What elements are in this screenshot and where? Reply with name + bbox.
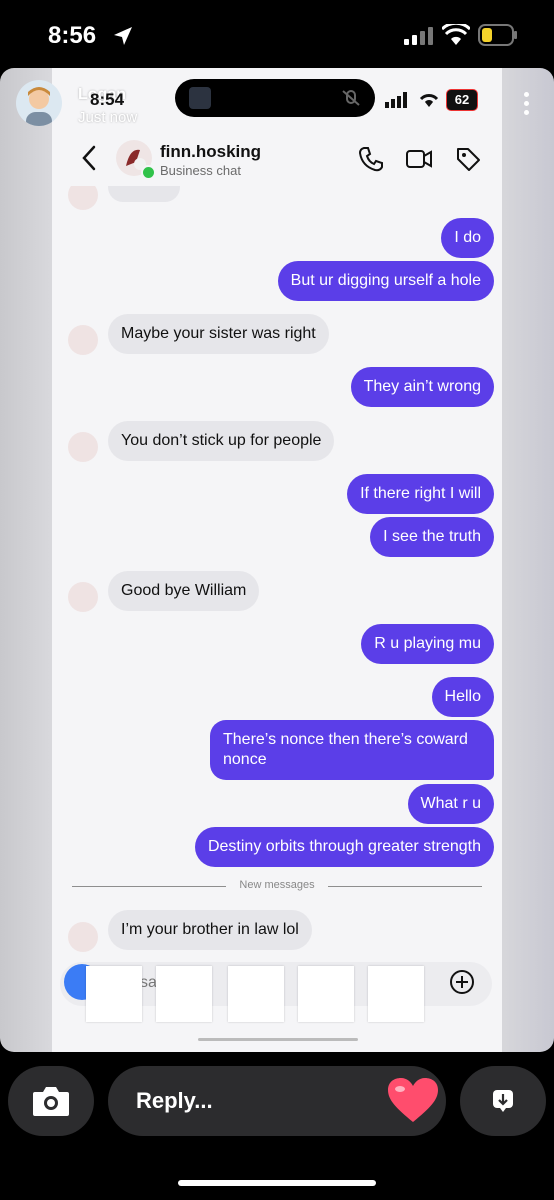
wifi-icon <box>442 24 470 45</box>
message-text: I do <box>454 229 481 246</box>
status-bar: 8:56 <box>0 0 554 70</box>
reply-placeholder: Reply... <box>136 1088 213 1113</box>
add-plus-icon[interactable] <box>448 968 476 996</box>
message-text: What r u <box>420 795 481 812</box>
thumbnail[interactable] <box>86 966 142 1022</box>
sent-message[interactable]: But ur digging urself a hole <box>277 261 494 301</box>
more-options-icon[interactable] <box>519 92 533 122</box>
thumbnail[interactable] <box>298 966 354 1022</box>
message-text: I see the truth <box>383 528 481 545</box>
story-timestamp: Just now <box>78 109 138 126</box>
contact-mini-avatar <box>68 186 98 210</box>
message-text: Maybe your sister was right <box>121 325 316 342</box>
inner-wifi-icon <box>419 94 439 107</box>
share-download-icon <box>493 1090 513 1112</box>
video-call-icon[interactable] <box>405 146 433 172</box>
message-text: There’s nonce then there’s coward nonce <box>223 731 468 768</box>
contact-mini-avatar <box>68 325 98 355</box>
message-text: R u playing mu <box>374 635 481 652</box>
sent-message[interactable]: If there right I will <box>347 474 494 514</box>
sent-message[interactable]: R u playing mu <box>361 624 494 664</box>
status-time: 8:56 <box>48 22 97 49</box>
message-text: You don’t stick up for people <box>121 432 322 449</box>
contact-mini-avatar <box>68 432 98 462</box>
received-message[interactable]: Good bye William <box>108 571 260 611</box>
share-button[interactable] <box>460 1066 546 1136</box>
inner-home-indicator <box>198 1038 358 1041</box>
island-app-icon <box>189 87 211 109</box>
dynamic-island <box>175 79 375 117</box>
back-chevron-icon[interactable] <box>80 144 98 172</box>
message-text: But ur digging urself a hole <box>290 272 481 289</box>
thumbnail[interactable] <box>156 966 212 1022</box>
story-avatar[interactable] <box>16 80 62 126</box>
sent-message[interactable]: I see the truth <box>370 517 494 557</box>
battery-icon <box>478 24 517 46</box>
camera-button[interactable] <box>8 1066 94 1136</box>
heart-icon[interactable] <box>386 1076 440 1126</box>
sent-message[interactable]: What r u <box>407 784 494 824</box>
message-text: Destiny orbits through greater strength <box>207 838 481 855</box>
sent-message[interactable]: Hello <box>431 677 494 717</box>
online-status-dot <box>141 165 156 180</box>
location-arrow-icon <box>114 27 132 45</box>
inner-battery-icon: 62 <box>446 89 478 111</box>
tag-icon[interactable] <box>455 146 481 172</box>
partial-received-message: saying <box>108 186 181 202</box>
sent-message[interactable]: Destiny orbits through greater strength <box>194 827 494 867</box>
divider-line-right <box>328 886 482 887</box>
contact-mini-avatar <box>68 922 98 952</box>
cellular-signal-icon <box>404 27 433 45</box>
mic-muted-icon <box>342 90 360 106</box>
sent-message[interactable]: They ain’t wrong <box>350 367 494 407</box>
received-message[interactable]: I’m your brother in law lol <box>108 910 312 950</box>
message-list[interactable]: saying I do But ur digging urself a hole… <box>52 186 502 954</box>
sent-message[interactable]: There’s nonce then there’s coward nonce <box>210 720 494 780</box>
inner-status-time: 8:54 <box>90 90 125 109</box>
contact-mini-avatar <box>68 582 98 612</box>
camera-icon <box>33 1087 69 1116</box>
thumbnail[interactable] <box>368 966 424 1022</box>
message-text: Hello <box>444 688 481 705</box>
phone-call-icon[interactable] <box>358 146 384 172</box>
message-text: If there right I will <box>360 485 481 502</box>
thumbnail[interactable] <box>228 966 284 1022</box>
divider-label: New messages <box>239 879 315 891</box>
sent-message[interactable]: I do <box>441 218 494 258</box>
message-text: They ain’t wrong <box>363 378 481 395</box>
home-indicator <box>178 1180 376 1186</box>
message-text: Good bye William <box>121 582 247 599</box>
inner-battery-level: 62 <box>454 92 470 107</box>
message-text: I’m your brother in law lol <box>121 921 299 938</box>
new-messages-divider: New messages <box>72 878 482 894</box>
screenshot-thumbnails <box>86 966 432 1022</box>
inner-signal-icon <box>385 92 407 108</box>
contact-name[interactable]: finn.hosking <box>160 142 261 162</box>
received-message[interactable]: Maybe your sister was right <box>108 314 329 354</box>
received-message[interactable]: You don’t stick up for people <box>108 421 335 461</box>
contact-subtitle: Business chat <box>160 163 241 178</box>
